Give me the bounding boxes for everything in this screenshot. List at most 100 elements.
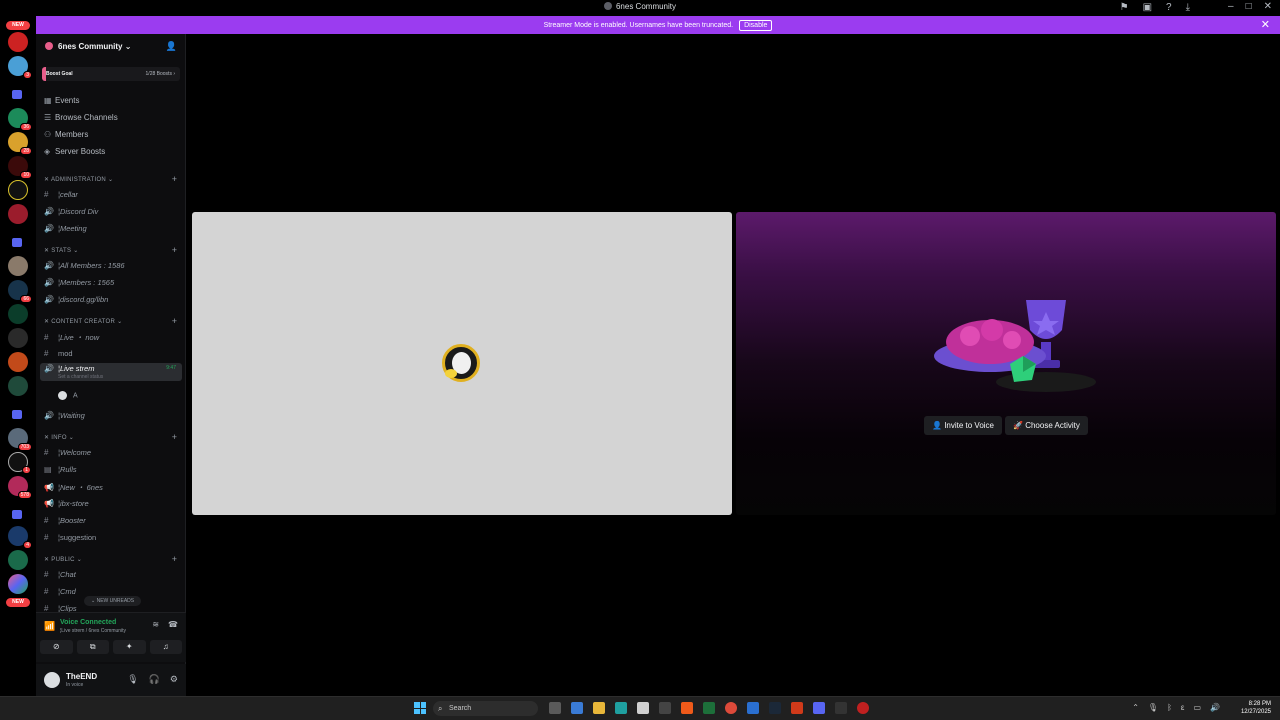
server-icon[interactable] bbox=[8, 352, 28, 372]
bluetooth-icon[interactable]: ᛒ bbox=[1167, 703, 1172, 712]
voice-user[interactable]: A bbox=[58, 391, 78, 400]
channel-meeting[interactable]: 🔊 ¦Meeting bbox=[44, 224, 182, 233]
invite-people-icon[interactable]: 👤 bbox=[166, 41, 177, 52]
add-channel-icon[interactable]: + bbox=[172, 432, 177, 442]
new-unreads-pill[interactable]: ⌄ NEW UNREADS bbox=[84, 596, 142, 606]
add-channel-icon[interactable]: + bbox=[172, 245, 177, 255]
taskbar-search[interactable]: ⌕ Search bbox=[433, 701, 538, 716]
nav-events[interactable]: ▦ Events bbox=[44, 96, 79, 105]
server-header[interactable]: 6nes Community ⌄ 👤 bbox=[36, 34, 186, 60]
channel-booster[interactable]: # ¦Booster bbox=[44, 516, 182, 525]
headphones-icon[interactable]: 🎧 bbox=[149, 674, 160, 685]
soundboard-button[interactable]: ♫ bbox=[149, 640, 182, 654]
camera-off-button[interactable]: ⊘ bbox=[40, 640, 73, 654]
category-info[interactable]: ✕ INFO ⌄ bbox=[44, 434, 74, 441]
choose-activity-button[interactable]: 🚀 Choose Activity bbox=[1005, 416, 1088, 435]
add-channel-icon[interactable]: + bbox=[172, 316, 177, 326]
inbox-icon[interactable]: ▣ bbox=[1143, 2, 1152, 13]
server-icon[interactable] bbox=[8, 180, 28, 200]
channel-live-strem[interactable]: 🔊 ¦Live strem Set a channel status 9:47 bbox=[40, 363, 182, 381]
channel-suggestion[interactable]: # ¦suggestion bbox=[44, 533, 182, 542]
nav-members[interactable]: ⚇ Members bbox=[44, 130, 88, 139]
channel-discord-link[interactable]: 🔊 ¦discord.gg/libn bbox=[44, 295, 182, 304]
server-icon[interactable]: 4 bbox=[8, 526, 32, 549]
soundcloud-icon[interactable] bbox=[681, 702, 693, 714]
server-icon[interactable]: 10 bbox=[8, 156, 32, 179]
flag-icon[interactable]: ⚑ bbox=[1120, 2, 1129, 13]
clock[interactable]: 8:28 PM 12/27/2025 bbox=[1241, 700, 1271, 716]
server-icon[interactable]: 28 bbox=[8, 132, 32, 155]
server-icon[interactable] bbox=[8, 376, 28, 396]
channel-discord-div[interactable]: 🔊 ¦Discord Div bbox=[44, 207, 182, 216]
channel-mod[interactable]: # mod bbox=[44, 349, 182, 358]
channel-cmd[interactable]: # ¦Cmd bbox=[44, 587, 182, 596]
server-icon[interactable]: 1 bbox=[8, 452, 31, 474]
volume-icon[interactable]: 🔊 bbox=[1210, 703, 1220, 712]
discord-icon[interactable] bbox=[813, 702, 825, 714]
category-public[interactable]: ✕ PUBLIC ⌄ bbox=[44, 556, 82, 563]
steam-icon[interactable] bbox=[769, 702, 781, 714]
download-icon[interactable]: ⤓ bbox=[1186, 2, 1190, 13]
disable-streamer-mode-button[interactable]: Disable bbox=[739, 20, 773, 31]
copilot-icon[interactable] bbox=[571, 702, 583, 714]
server-folder-icon[interactable] bbox=[12, 90, 22, 99]
channel-rulls[interactable]: ▤ ¦Rulls bbox=[44, 465, 182, 474]
server-icon[interactable] bbox=[8, 328, 28, 348]
maximize-button[interactable]: □ bbox=[1246, 1, 1252, 12]
channel-chat[interactable]: # ¦Chat bbox=[44, 570, 182, 579]
server-icon[interactable] bbox=[8, 32, 28, 52]
app-icon[interactable] bbox=[791, 702, 803, 714]
nav-server-boosts[interactable]: ◈ Server Boosts bbox=[44, 147, 105, 156]
category-administration[interactable]: ✕ ADMINISTRATION ⌄ bbox=[44, 176, 113, 183]
terminal-icon[interactable] bbox=[835, 702, 847, 714]
help-icon[interactable]: ? bbox=[1166, 2, 1172, 13]
category-content-creator[interactable]: ✕ CONTENT CREATOR ⌄ bbox=[44, 318, 122, 325]
server-icon[interactable] bbox=[8, 204, 28, 224]
server-icon[interactable]: 3 bbox=[8, 56, 32, 79]
add-channel-icon[interactable]: + bbox=[172, 554, 177, 564]
voice-location[interactable]: ¦Live strem / 6nes Community bbox=[60, 628, 126, 634]
edge-icon[interactable] bbox=[615, 702, 627, 714]
add-channel-icon[interactable]: + bbox=[172, 174, 177, 184]
app-icon[interactable] bbox=[857, 702, 869, 714]
server-icon[interactable]: 66 bbox=[8, 280, 32, 303]
disconnect-icon[interactable]: ☎ bbox=[168, 620, 178, 629]
server-name[interactable]: 6nes Community ⌄ bbox=[58, 42, 131, 51]
microphone-tray-icon[interactable]: 🎙 bbox=[1148, 703, 1158, 712]
server-icon[interactable] bbox=[8, 304, 28, 324]
server-folder-icon[interactable] bbox=[12, 238, 22, 247]
participant-tile[interactable] bbox=[192, 212, 732, 515]
close-icon[interactable]: ✕ bbox=[1261, 18, 1270, 31]
language-icon[interactable]: ε bbox=[1181, 703, 1185, 712]
gear-icon[interactable]: ⚙ bbox=[170, 674, 178, 685]
user-name[interactable]: TheEND bbox=[66, 672, 97, 681]
minimize-button[interactable]: – bbox=[1228, 1, 1234, 12]
excel-icon[interactable] bbox=[703, 702, 715, 714]
chevron-up-icon[interactable]: ⌃ bbox=[1132, 703, 1139, 712]
start-button[interactable] bbox=[414, 702, 426, 714]
channel-welcome[interactable]: # ¦Welcome bbox=[44, 448, 182, 457]
noise-suppression-icon[interactable]: ≋ bbox=[152, 620, 159, 629]
file-explorer-icon[interactable] bbox=[593, 702, 605, 714]
server-icon[interactable] bbox=[8, 574, 28, 594]
channel-all-members[interactable]: 🔊 ¦All Members : 1586 bbox=[44, 261, 182, 270]
close-window-button[interactable]: ✕ bbox=[1264, 1, 1272, 12]
microphone-icon[interactable]: 🎙 bbox=[127, 674, 138, 685]
avatar[interactable] bbox=[44, 672, 60, 688]
store-icon[interactable] bbox=[637, 702, 649, 714]
server-icon[interactable]: 578 bbox=[8, 476, 32, 499]
activities-button[interactable]: ✦ bbox=[113, 640, 146, 654]
channel-new-6nes[interactable]: 📢 ¦New ・ 6nes bbox=[44, 482, 182, 493]
category-stats[interactable]: ✕ STATS ⌄ bbox=[44, 247, 79, 254]
server-icon[interactable] bbox=[8, 550, 28, 570]
channel-waiting[interactable]: 🔊 ¦Waiting bbox=[44, 411, 182, 420]
signal-icon[interactable]: 📶 bbox=[44, 621, 55, 632]
app-icon[interactable] bbox=[747, 702, 759, 714]
channel-status[interactable]: Set a channel status bbox=[58, 374, 182, 380]
chrome-icon[interactable] bbox=[725, 702, 737, 714]
server-folder-icon[interactable] bbox=[12, 510, 22, 519]
channel-cellar[interactable]: # ¦cellar bbox=[44, 190, 182, 199]
share-screen-button[interactable]: ⧉ bbox=[76, 640, 109, 654]
channel-members[interactable]: 🔊 ¦Members : 1565 bbox=[44, 278, 182, 287]
nav-browse-channels[interactable]: ☰ Browse Channels bbox=[44, 113, 118, 122]
